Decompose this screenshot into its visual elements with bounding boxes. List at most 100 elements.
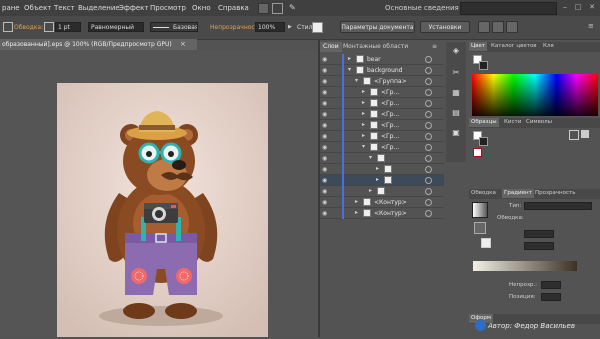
gradient-preview-swatch[interactable]: [472, 202, 488, 218]
menu-help[interactable]: Справка: [218, 4, 249, 12]
layer-row[interactable]: ◉ ▸: [320, 164, 444, 175]
target-circle-icon[interactable]: [425, 210, 432, 217]
collapse-triangle-icon[interactable]: ▾: [348, 66, 351, 73]
menu-select[interactable]: Выделение: [78, 4, 120, 12]
target-circle-icon[interactable]: [425, 199, 432, 206]
grid-view-icon[interactable]: [581, 130, 589, 138]
visibility-eye-icon[interactable]: ◉: [322, 78, 327, 85]
gradient-type-dropdown[interactable]: [524, 202, 592, 210]
gradient-slider[interactable]: [473, 261, 577, 271]
expand-triangle-icon[interactable]: ▸: [376, 176, 379, 183]
properties-icon[interactable]: ▤: [451, 108, 461, 118]
layers-panel-menu-icon[interactable]: ≡: [432, 43, 437, 50]
tab-gradient[interactable]: Градиент: [502, 189, 534, 198]
minimize-button[interactable]: ‒: [560, 3, 570, 12]
tab-symbols[interactable]: Символы: [524, 118, 554, 127]
visibility-eye-icon[interactable]: ◉: [322, 67, 327, 74]
expand-triangle-icon[interactable]: ▸: [362, 110, 365, 117]
target-circle-icon[interactable]: [425, 89, 432, 96]
swatches-stroke-box[interactable]: [479, 137, 488, 146]
opacity-arrow-icon[interactable]: ▶: [288, 24, 292, 30]
stroke-swatch[interactable]: [44, 22, 54, 32]
target-circle-icon[interactable]: [425, 122, 432, 129]
document-tab[interactable]: образованный].eps @ 100% (RGB/Предпросмо…: [0, 39, 197, 50]
target-circle-icon[interactable]: [425, 166, 432, 173]
close-tab-icon[interactable]: ×: [180, 39, 186, 50]
gradient-angle-field[interactable]: [524, 230, 554, 238]
visibility-eye-icon[interactable]: ◉: [322, 100, 327, 107]
visibility-eye-icon[interactable]: ◉: [322, 155, 327, 162]
visibility-eye-icon[interactable]: ◉: [322, 56, 327, 63]
width-profile-dropdown[interactable]: Равномерный: [88, 22, 144, 32]
expand-triangle-icon[interactable]: ▸: [362, 121, 365, 128]
collapse-triangle-icon[interactable]: ▾: [369, 154, 372, 161]
tab-swatches[interactable]: Образцы: [469, 118, 499, 127]
close-window-button[interactable]: ✕: [587, 3, 597, 12]
layer-row[interactable]: ◉ ▸: [320, 186, 444, 197]
expand-triangle-icon[interactable]: ▸: [362, 99, 365, 106]
target-circle-icon[interactable]: [425, 56, 432, 63]
tab-brushes[interactable]: Кисти: [502, 118, 523, 127]
target-circle-icon[interactable]: [425, 111, 432, 118]
bridge-icon[interactable]: [258, 3, 269, 14]
expand-triangle-icon[interactable]: ▸: [376, 165, 379, 172]
gradient-opacity-field[interactable]: [541, 281, 561, 289]
layer-row[interactable]: ◉ ▾ <Гр...: [320, 142, 444, 153]
expand-triangle-icon[interactable]: ▸: [348, 55, 351, 62]
search-input[interactable]: [460, 2, 557, 15]
gradient-aspect-field[interactable]: [524, 242, 554, 250]
panel-menu-icon[interactable]: ≡: [588, 22, 594, 30]
expand-triangle-icon[interactable]: ▸: [355, 198, 358, 205]
target-circle-icon[interactable]: [425, 177, 432, 184]
layer-row[interactable]: ◉ ▾ background: [320, 65, 444, 76]
expand-triangle-icon[interactable]: ▸: [355, 209, 358, 216]
tab-layers[interactable]: Слои: [320, 42, 342, 52]
workspace-switcher[interactable]: Основные сведения: [385, 4, 459, 12]
layer-row[interactable]: ◉ ▸ <Контур>: [320, 197, 444, 208]
symbols-icon[interactable]: ▦: [451, 88, 461, 98]
arrange-documents-icon[interactable]: [272, 3, 283, 14]
expand-triangle-icon[interactable]: ▸: [362, 132, 365, 139]
distribute-icon[interactable]: [506, 21, 518, 33]
target-circle-icon[interactable]: [425, 155, 432, 162]
visibility-eye-icon[interactable]: ◉: [322, 111, 327, 118]
gradient-position-field[interactable]: [541, 293, 561, 301]
visibility-eye-icon[interactable]: ◉: [322, 133, 327, 140]
brush-dropdown[interactable]: Базовая: [150, 22, 198, 32]
layer-row[interactable]: ◉ ▾: [320, 153, 444, 164]
bear-illustration[interactable]: [57, 83, 268, 337]
visibility-eye-icon[interactable]: ◉: [322, 89, 327, 96]
target-circle-icon[interactable]: [425, 67, 432, 74]
menu-file[interactable]: ране: [2, 4, 20, 12]
layer-row[interactable]: ◉ ▸ <Гр...: [320, 131, 444, 142]
layer-row[interactable]: ◉ ▸ <Контур>: [320, 208, 444, 219]
layer-row[interactable]: ◉ ▸ <Гр...: [320, 87, 444, 98]
target-circle-icon[interactable]: [425, 144, 432, 151]
visibility-eye-icon[interactable]: ◉: [322, 210, 327, 217]
tab-artboards[interactable]: Монтажные области: [340, 42, 411, 52]
transform-icon[interactable]: [492, 21, 504, 33]
gradient-fill-box[interactable]: [481, 238, 491, 248]
reverse-gradient-icon[interactable]: [474, 222, 486, 234]
layers-stack-icon[interactable]: ◈: [451, 46, 461, 56]
tab-transparency[interactable]: Прозрачность: [533, 189, 577, 198]
visibility-eye-icon[interactable]: ◉: [322, 166, 327, 173]
stroke-color-box[interactable]: [479, 61, 488, 70]
maximize-button[interactable]: □: [573, 3, 583, 12]
layer-row[interactable]: ◉ ▸ <Гр...: [320, 109, 444, 120]
visibility-eye-icon[interactable]: ◉: [322, 144, 327, 151]
graphic-style-swatch[interactable]: [312, 22, 323, 33]
layer-row[interactable]: ◉ ▸ <Гр...: [320, 120, 444, 131]
tab-stroke[interactable]: Обводка: [469, 189, 498, 198]
libraries-icon[interactable]: ▣: [451, 128, 461, 138]
stroke-label[interactable]: Обводка:: [14, 24, 43, 31]
document-setup-button[interactable]: Параметры документа: [340, 21, 415, 33]
expand-triangle-icon[interactable]: ▸: [369, 187, 372, 194]
target-circle-icon[interactable]: [425, 188, 432, 195]
layer-row[interactable]: ◉ ▸: [320, 175, 444, 186]
target-circle-icon[interactable]: [425, 133, 432, 140]
opacity-field[interactable]: 100%: [255, 22, 285, 32]
list-view-icon[interactable]: [569, 130, 579, 140]
layer-row[interactable]: ◉ ▸ <Гр...: [320, 98, 444, 109]
fill-swatch[interactable]: [3, 22, 13, 32]
